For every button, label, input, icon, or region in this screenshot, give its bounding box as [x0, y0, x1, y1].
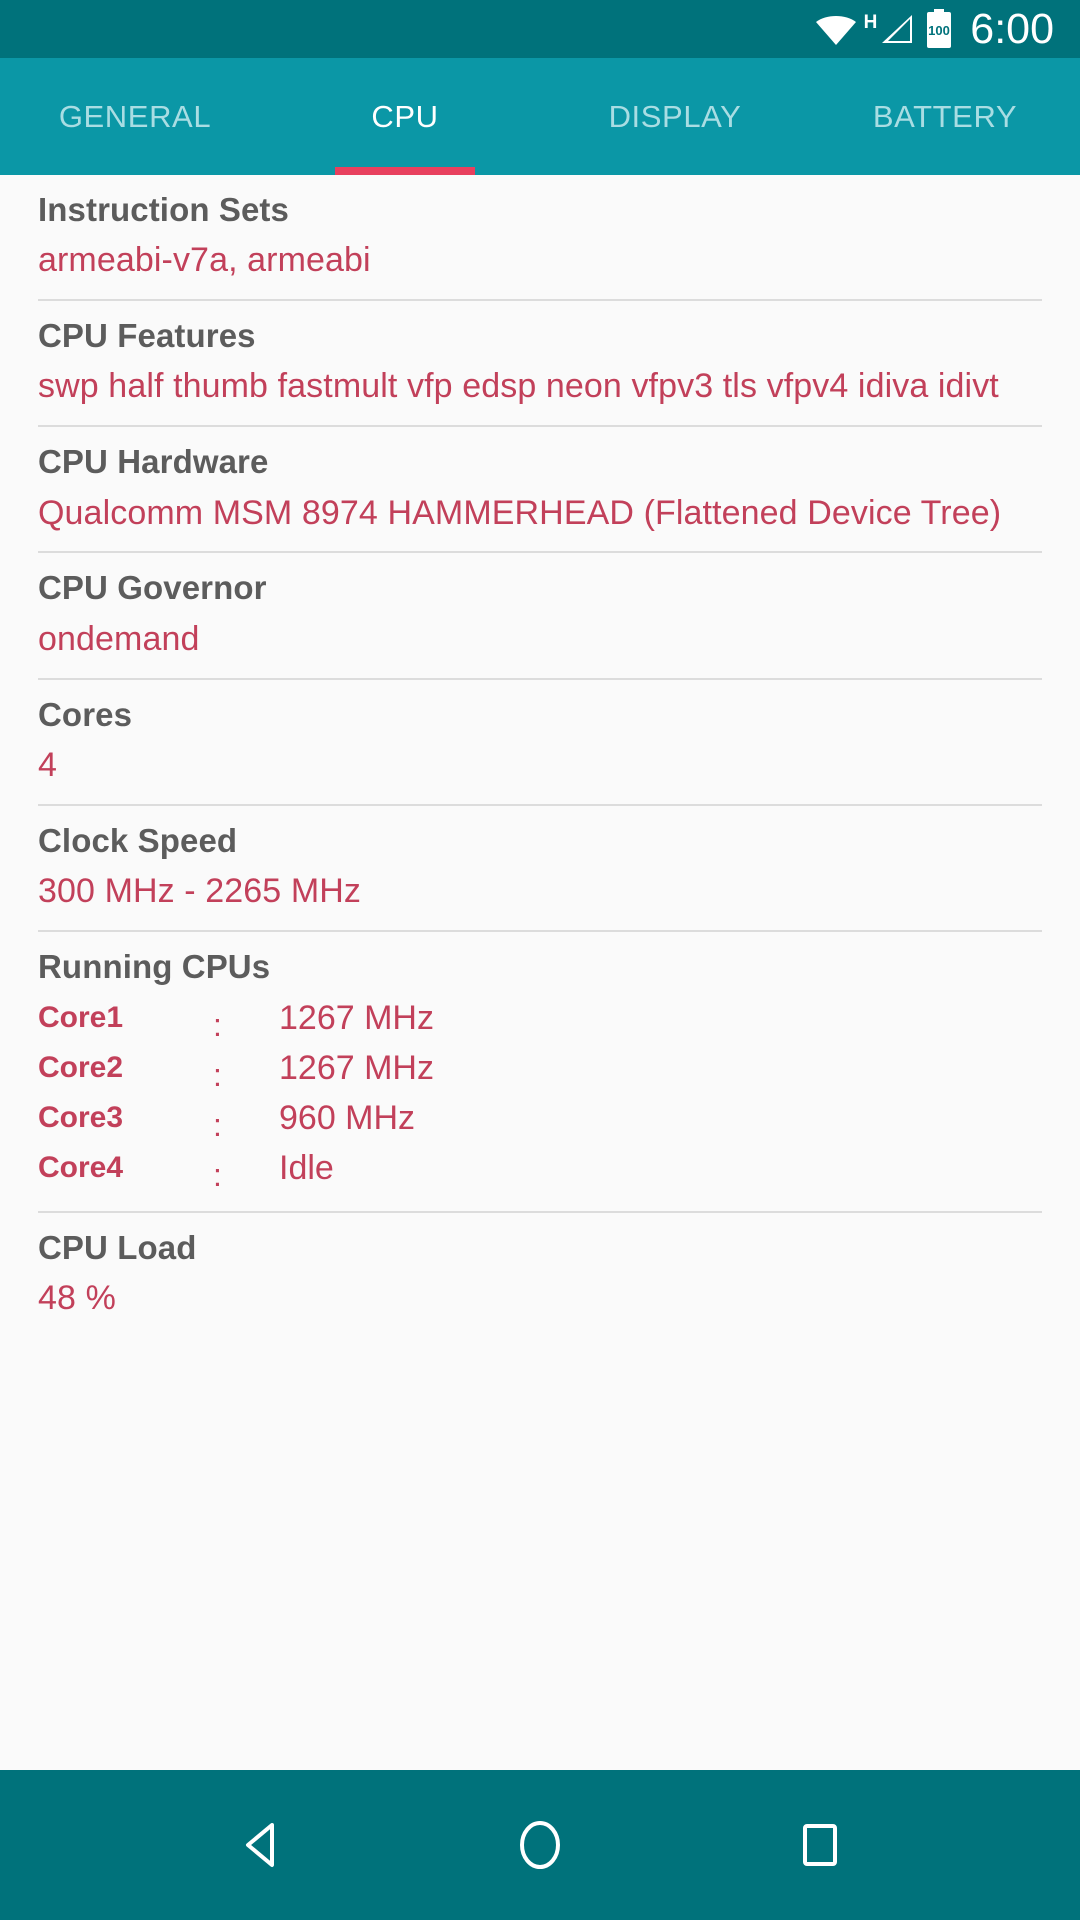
tab-cpu[interactable]: CPU — [270, 58, 540, 175]
wifi-icon — [814, 14, 856, 45]
core-name: Core2 — [38, 1051, 124, 1084]
core-row: Core1 : 1267 MHz — [38, 995, 1042, 1045]
row-label: Cores — [38, 695, 133, 733]
status-bar: H 100 6:00 — [0, 0, 1080, 58]
info-row-instruction-sets: Instruction Sets armeabi-v7a, armeabi — [38, 175, 1042, 302]
home-icon[interactable] — [485, 1790, 595, 1900]
row-value: 300 MHz - 2265 MHz — [38, 871, 362, 910]
core-frequency: 960 MHz — [279, 1099, 416, 1137]
core-name: Core4 — [38, 1151, 124, 1184]
row-value: swp half thumb fastmult vfp edsp neon vf… — [38, 367, 999, 406]
svg-text:100: 100 — [928, 23, 950, 38]
cpu-info-list[interactable]: Instruction Sets armeabi-v7a, armeabi CP… — [0, 175, 1080, 1770]
signal-bars-icon — [878, 13, 914, 45]
core-frequency: Idle — [279, 1149, 334, 1187]
back-icon[interactable] — [205, 1790, 315, 1900]
row-label: CPU Governor — [38, 569, 267, 607]
row-label: CPU Features — [38, 317, 256, 355]
status-icons: H 100 — [814, 9, 955, 49]
device-info-screen: H 100 6:00 GENERAL CPU DISPLAY BATTERY I… — [0, 0, 1080, 1920]
info-row-cpu-governor: CPU Governor ondemand — [38, 553, 1042, 680]
info-row-cpu-load: CPU Load 48 % — [38, 1213, 1042, 1337]
tab-battery[interactable]: BATTERY — [810, 58, 1080, 175]
info-row-clock-speed: Clock Speed 300 MHz - 2265 MHz — [38, 806, 1042, 932]
network-type-label: H — [863, 12, 878, 33]
row-value: 4 — [38, 745, 58, 784]
row-label: Running CPUs — [38, 947, 271, 985]
cores-table: Core1 : 1267 MHz Core2 : 1267 MHz Core3 … — [38, 995, 1042, 1195]
tab-display[interactable]: DISPLAY — [540, 58, 810, 175]
core-name: Core1 — [38, 1001, 124, 1034]
row-label: CPU Load — [38, 1229, 197, 1266]
core-separator: : — [213, 1107, 222, 1143]
row-value: 48 % — [38, 1279, 116, 1318]
info-row-cpu-hardware: CPU Hardware Qualcomm MSM 8974 HAMMERHEA… — [38, 427, 1042, 554]
status-bar-clock: 6:00 — [970, 4, 1054, 53]
row-label: CPU Hardware — [38, 443, 269, 481]
battery-icon: 100 — [924, 9, 954, 49]
row-label: Instruction Sets — [38, 191, 289, 228]
core-separator: : — [213, 1007, 222, 1043]
core-separator: : — [213, 1057, 222, 1093]
core-row: Core3 : 960 MHz — [38, 1095, 1042, 1145]
core-row: Core4 : Idle — [38, 1145, 1042, 1195]
row-value: Qualcomm MSM 8974 HAMMERHEAD (Flattened … — [38, 493, 1002, 532]
tab-bar: GENERAL CPU DISPLAY BATTERY — [0, 58, 1080, 175]
info-row-cores: Cores 4 — [38, 680, 1042, 806]
row-value: ondemand — [38, 619, 200, 658]
info-row-running-cpus: Running CPUs Core1 : 1267 MHz Core2 : 12… — [38, 932, 1042, 1213]
tab-general[interactable]: GENERAL — [0, 58, 270, 175]
core-row: Core2 : 1267 MHz — [38, 1045, 1042, 1095]
row-value: armeabi-v7a, armeabi — [38, 241, 371, 280]
core-name: Core3 — [38, 1101, 124, 1134]
network-type-indicator: H — [864, 13, 915, 45]
core-separator: : — [213, 1157, 222, 1193]
core-frequency: 1267 MHz — [279, 1049, 434, 1087]
info-row-cpu-features: CPU Features swp half thumb fastmult vfp… — [38, 301, 1042, 428]
row-label: Clock Speed — [38, 821, 238, 859]
recents-icon[interactable] — [765, 1790, 875, 1900]
core-frequency: 1267 MHz — [279, 999, 434, 1037]
navigation-bar — [0, 1770, 1080, 1920]
